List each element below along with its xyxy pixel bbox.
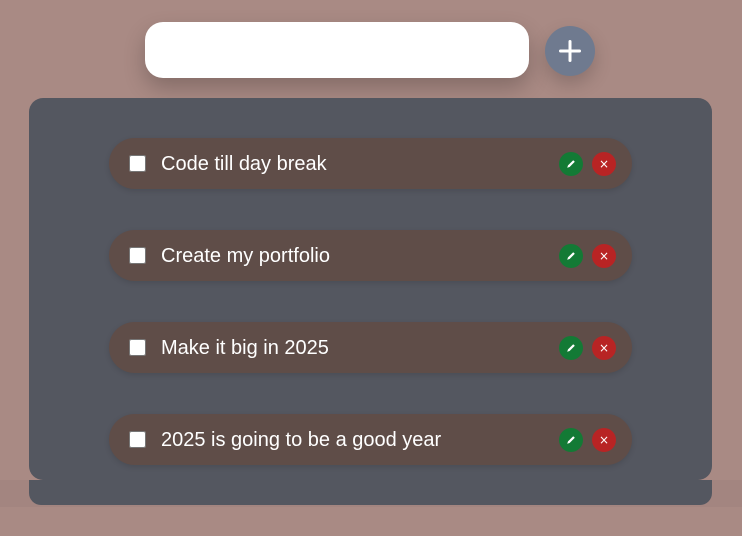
task-input[interactable]: [145, 22, 529, 78]
task-item: Create my portfolio ×: [109, 230, 632, 281]
pencil-icon: [567, 344, 575, 352]
pencil-icon: [567, 160, 575, 168]
task-text: Create my portfolio: [161, 245, 330, 267]
x-icon: ×: [598, 433, 610, 447]
edit-task-button[interactable]: [559, 244, 583, 268]
task-checkbox[interactable]: [129, 247, 146, 264]
task-panel: Code till day break × Create my portfoli…: [29, 98, 712, 480]
plus-icon: [545, 26, 595, 76]
task-item: 2025 is going to be a good year ×: [109, 414, 632, 465]
task-text: Code till day break: [161, 153, 327, 175]
delete-task-button[interactable]: ×: [592, 152, 616, 176]
pencil-icon: [567, 436, 575, 444]
edit-task-button[interactable]: [559, 428, 583, 452]
x-icon: ×: [598, 249, 610, 263]
task-item: Code till day break ×: [109, 138, 632, 189]
edit-task-button[interactable]: [559, 336, 583, 360]
delete-task-button[interactable]: ×: [592, 428, 616, 452]
task-text: 2025 is going to be a good year: [161, 429, 442, 451]
x-icon: ×: [598, 341, 610, 355]
panel-bottom-edge: [29, 480, 712, 505]
x-icon: ×: [598, 157, 610, 171]
add-task-button[interactable]: [545, 26, 595, 76]
task-checkbox[interactable]: [129, 339, 146, 356]
add-task-bar: [0, 0, 742, 98]
edit-task-button[interactable]: [559, 152, 583, 176]
task-text: Make it big in 2025: [161, 337, 329, 359]
delete-task-button[interactable]: ×: [592, 244, 616, 268]
task-checkbox[interactable]: [129, 431, 146, 448]
delete-task-button[interactable]: ×: [592, 336, 616, 360]
pencil-icon: [567, 252, 575, 260]
task-list: Code till day break × Create my portfoli…: [109, 138, 632, 465]
task-item: Make it big in 2025 ×: [109, 322, 632, 373]
task-checkbox[interactable]: [129, 155, 146, 172]
